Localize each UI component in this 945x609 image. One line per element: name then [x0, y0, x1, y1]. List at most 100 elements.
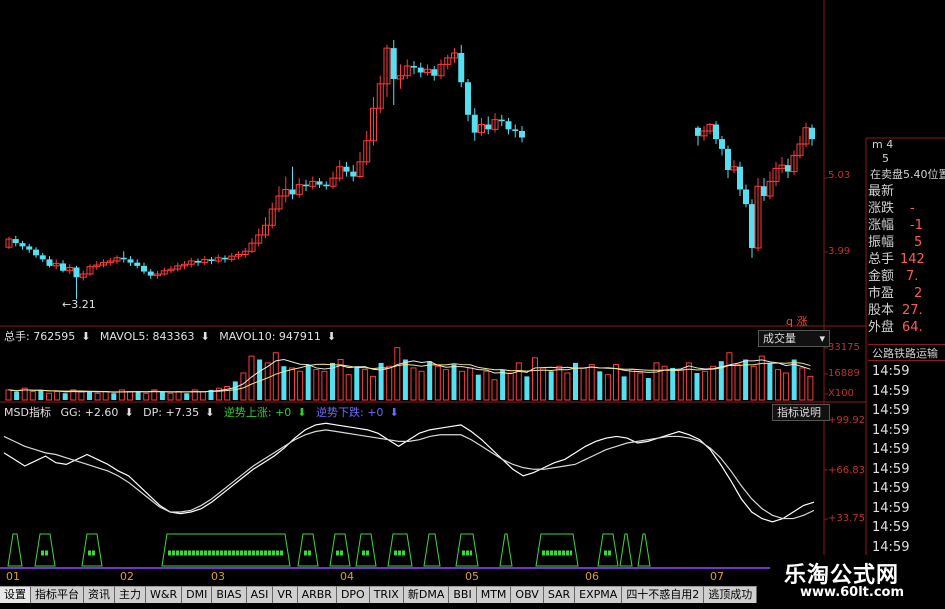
tab-main-force[interactable]: 主力: [115, 586, 146, 603]
volume-bar: [588, 364, 595, 401]
volume-bar: [775, 369, 781, 401]
time-row: 14:59: [872, 422, 910, 438]
tab-asi[interactable]: ASI: [246, 586, 274, 603]
volume-bar: [394, 347, 401, 401]
kline-chart[interactable]: [0, 0, 945, 609]
volume-bar: [653, 362, 660, 401]
volume-bar: [418, 370, 425, 401]
candle: [417, 67, 424, 73]
volume-bar: [354, 366, 360, 400]
tab-vr[interactable]: VR: [273, 586, 298, 603]
candle: [289, 189, 296, 195]
volume-bar: [807, 375, 814, 401]
volume-bar: [184, 393, 190, 400]
tab-bias[interactable]: BIAS: [212, 586, 247, 603]
tab-new-dma[interactable]: 新DMA: [403, 586, 450, 603]
time-row: 14:59: [872, 383, 910, 399]
quote-row: 涨跌 -: [868, 201, 915, 216]
candle: [749, 204, 755, 248]
month-label: 03: [211, 570, 225, 583]
tab-indicator-platform[interactable]: 指标平台: [31, 586, 84, 603]
volume-bar: [297, 370, 304, 401]
msd-signal: [597, 533, 619, 567]
volume-bar: [685, 362, 692, 401]
volume-button[interactable]: 成交量 ▾: [758, 330, 830, 347]
tab-wr[interactable]: W&R: [146, 586, 183, 603]
total-hands: 总手: 762595 ⬇: [4, 330, 91, 343]
tab-sar[interactable]: SAR: [543, 586, 576, 603]
tab-custom-indicator[interactable]: 四十不惑自用2: [622, 586, 705, 603]
quote-row: 市盈 2: [868, 286, 923, 301]
candle: [471, 114, 478, 133]
msd-tick-1: +99.92: [828, 415, 866, 426]
price-low-marker: ←3.21: [62, 298, 96, 311]
volume-bar: [102, 391, 109, 401]
watermark-url: www.60lt.com: [800, 585, 905, 600]
quote-row: 涨幅 -1: [868, 218, 923, 233]
volume-bar: [272, 352, 279, 401]
tab-mtm[interactable]: MTM: [476, 586, 512, 603]
msd-up: 逆势上涨: +0 ⬇: [223, 406, 307, 419]
vol-tick-2: 16889: [828, 368, 860, 379]
candle: [431, 69, 438, 76]
side-top-1: m 4: [872, 138, 894, 151]
volume-bar: [767, 362, 773, 400]
tab-expma[interactable]: EXPMA: [575, 586, 623, 603]
candle: [33, 249, 39, 256]
time-row: 14:59: [872, 461, 910, 477]
volume-bar: [670, 367, 676, 400]
quote-row: 振幅 5: [868, 235, 923, 250]
candle: [147, 271, 154, 276]
msd-tick-2: +66.83: [828, 465, 866, 476]
candle: [458, 53, 465, 83]
watermark: 乐淘公式网 www.60lt.com: [770, 555, 945, 609]
msd-signal: [637, 533, 651, 567]
tab-news[interactable]: 资讯: [84, 586, 115, 603]
volume-bar: [743, 359, 749, 400]
volume-bar: [524, 376, 530, 400]
volume-bar: [143, 392, 150, 401]
industry-label[interactable]: 公路铁路运输: [868, 344, 945, 361]
tab-settings[interactable]: 设置: [0, 586, 31, 603]
month-label: 04: [340, 570, 354, 583]
mavol5: MAVOL5: 843363 ⬇: [99, 330, 210, 343]
volume-bar: [289, 367, 295, 401]
volume-bar: [434, 365, 441, 401]
volume-bar: [621, 376, 627, 400]
month-axis: 01 02 03 04 05 06 07: [0, 570, 820, 584]
volume-bar: [345, 374, 352, 401]
volume-bar: [758, 355, 765, 401]
candle: [498, 119, 505, 122]
candle: [719, 139, 725, 149]
volume-bar: [321, 370, 328, 401]
month-label: 05: [465, 570, 479, 583]
tab-dmi[interactable]: DMI: [182, 586, 213, 603]
indicator-help-button[interactable]: 指标说明: [772, 404, 830, 421]
indicator-tab-bar: 设置 指标平台 资讯 主力 W&R DMI BIAS ASI VR ARBR D…: [0, 586, 758, 604]
candle: [12, 239, 19, 244]
candle: [411, 66, 417, 68]
tab-bbi[interactable]: BBI: [449, 586, 477, 603]
msd-signal: [297, 533, 319, 567]
tab-escape-top[interactable]: 逃顶成功: [704, 586, 758, 603]
volume-info-bar: 总手: 762595 ⬇ MAVOL5: 843363 ⬇ MAVOL10: 947…: [4, 328, 342, 344]
candle: [73, 267, 80, 278]
time-row: 14:59: [872, 481, 910, 496]
candle: [343, 166, 350, 172]
volume-bar: [597, 371, 603, 400]
price-tick-low: 3.99: [828, 246, 851, 257]
candle: [485, 124, 492, 130]
volume-bar: [637, 372, 644, 401]
volume-bar: [232, 381, 238, 400]
tab-trix[interactable]: TRIX: [369, 586, 404, 603]
tab-obv[interactable]: OBV: [511, 586, 544, 603]
volume-bar: [483, 370, 490, 401]
volume-bar: [694, 373, 700, 400]
tab-dpo[interactable]: DPO: [336, 586, 370, 603]
candle: [809, 127, 815, 140]
chevron-down-icon: ▾: [819, 332, 825, 345]
month-label: 06: [585, 570, 599, 583]
mavol10: MAVOL10: 947911 ⬇: [219, 330, 337, 343]
volume-bar: [661, 365, 668, 401]
tab-arbr[interactable]: ARBR: [297, 586, 337, 603]
